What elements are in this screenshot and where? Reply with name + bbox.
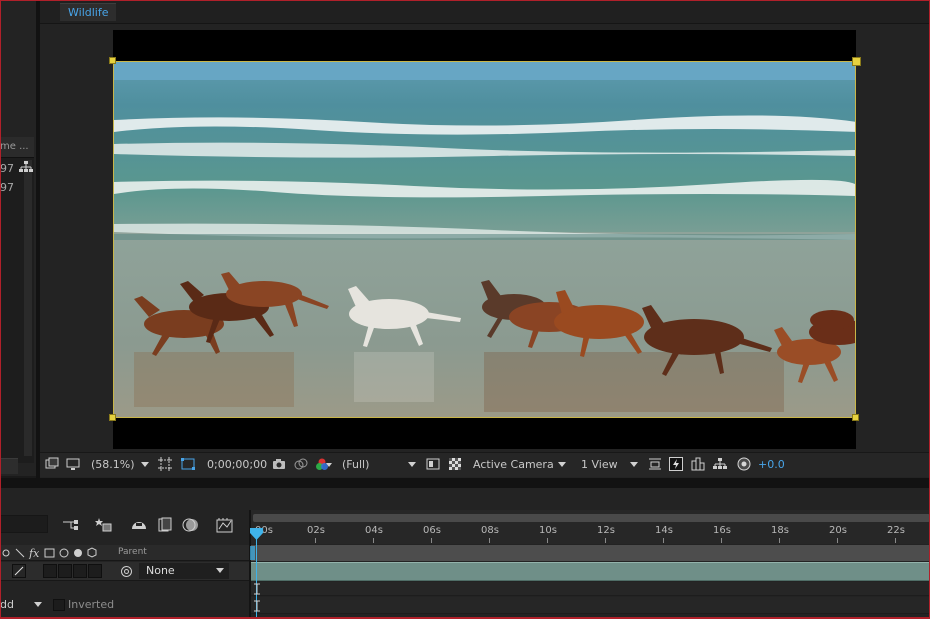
ruler-tick-label: 08s bbox=[481, 525, 499, 536]
layer-column-header: fx Parent bbox=[0, 545, 249, 561]
pick-whip-icon[interactable] bbox=[120, 565, 133, 578]
view-layout-value[interactable]: 1 View bbox=[581, 458, 618, 472]
ruler-tick-label: 12s bbox=[597, 525, 615, 536]
footage-frame[interactable] bbox=[113, 61, 856, 418]
ruler-tick-label: 20s bbox=[829, 525, 847, 536]
current-time-indicator-icon[interactable] bbox=[250, 528, 263, 540]
ruler-tick bbox=[663, 538, 664, 543]
comp-flowchart-icon[interactable] bbox=[713, 457, 727, 471]
comp-duration-track bbox=[251, 545, 930, 561]
project-column-header[interactable]: me ... bbox=[0, 137, 34, 158]
ruler-tick bbox=[779, 538, 780, 543]
fast-render-icon[interactable] bbox=[669, 457, 683, 471]
resolution-value[interactable]: (Full) bbox=[342, 458, 369, 472]
ruler-tick bbox=[315, 538, 316, 543]
project-row-value-2: 97 bbox=[0, 181, 14, 194]
work-area-start-marker[interactable] bbox=[250, 546, 255, 560]
composition-tab-bar bbox=[40, 0, 930, 24]
view-layout-dropdown-icon[interactable] bbox=[630, 462, 638, 467]
layer-switch-frame-blend[interactable] bbox=[58, 564, 72, 578]
ruler-tick-label: 14s bbox=[655, 525, 673, 536]
exposure-value[interactable]: +0.0 bbox=[758, 458, 785, 472]
empty-track bbox=[251, 597, 930, 614]
inverted-label: Inverted bbox=[68, 598, 115, 611]
channels-dropdown-icon[interactable] bbox=[326, 463, 332, 467]
empty-track bbox=[251, 582, 930, 596]
project-panel: me ... 97 97 bbox=[0, 0, 36, 476]
transparency-grid-icon[interactable] bbox=[181, 457, 195, 471]
ruler-tick-label: 18s bbox=[771, 525, 789, 536]
ruler-tick bbox=[547, 538, 548, 543]
ruler-tick-label: 02s bbox=[307, 525, 325, 536]
mask-mode-value[interactable]: dd bbox=[0, 598, 14, 611]
graph-editor-icon[interactable] bbox=[216, 517, 234, 533]
layer-quality-switch[interactable] bbox=[12, 564, 26, 578]
reset-exposure-icon[interactable] bbox=[737, 457, 751, 471]
quality-line-icon bbox=[14, 566, 24, 576]
parent-dropdown-icon bbox=[216, 568, 224, 573]
inverted-checkbox[interactable] bbox=[53, 599, 65, 611]
checkerboard-icon[interactable] bbox=[448, 457, 462, 471]
frame-blending-icon[interactable] bbox=[156, 517, 174, 533]
resolution-dropdown-icon[interactable] bbox=[408, 462, 416, 467]
motion-blur-icon[interactable] bbox=[182, 517, 200, 533]
ruler-tick-label: 06s bbox=[423, 525, 441, 536]
mask-mode-dropdown-icon[interactable] bbox=[34, 602, 42, 607]
draft-3d-icon[interactable] bbox=[95, 517, 113, 533]
layer-switch-fx[interactable] bbox=[43, 564, 57, 578]
ruler-tick-label: 22s bbox=[887, 525, 905, 536]
magnification-value[interactable]: (58.1%) bbox=[91, 458, 135, 472]
ruler-tick-label: 16s bbox=[713, 525, 731, 536]
hide-shy-layers-icon[interactable] bbox=[130, 517, 148, 533]
always-preview-icon[interactable] bbox=[45, 457, 59, 471]
keyframe-markers-icon bbox=[254, 583, 260, 612]
horses-on-beach-image bbox=[114, 62, 855, 417]
mask-handle-top-left[interactable] bbox=[109, 57, 116, 64]
ruler-tick bbox=[895, 538, 896, 543]
flowchart-icon[interactable] bbox=[18, 160, 34, 174]
show-snapshot-icon[interactable] bbox=[294, 457, 308, 471]
project-row-value-1: 97 bbox=[0, 162, 14, 175]
ruler-tick bbox=[605, 538, 606, 543]
layer-duration-bar[interactable] bbox=[251, 562, 930, 581]
camera-view-value[interactable]: Active Camera bbox=[473, 458, 554, 472]
ruler-tick-label: 04s bbox=[365, 525, 383, 536]
timecode[interactable]: 0;00;00;00 bbox=[207, 458, 267, 472]
camera-dropdown-icon[interactable] bbox=[558, 462, 566, 467]
parent-dropdown[interactable]: None bbox=[139, 563, 229, 579]
mask-handle-top-right[interactable] bbox=[852, 57, 861, 66]
panel-divider-horizontal[interactable] bbox=[0, 478, 930, 488]
parent-column-label: Parent bbox=[118, 547, 147, 557]
project-scrollbar[interactable] bbox=[24, 160, 32, 456]
ruler-tick bbox=[721, 538, 722, 543]
comp-mini-flowchart-icon[interactable] bbox=[62, 517, 80, 533]
svg-text:fx: fx bbox=[28, 547, 40, 559]
ruler-tick bbox=[837, 538, 838, 543]
layer-switches-header-icons: fx bbox=[2, 547, 97, 559]
project-column-header-label: me ... bbox=[0, 141, 29, 152]
work-area-bar[interactable] bbox=[253, 514, 930, 522]
tab-wildlife[interactable]: Wildlife bbox=[60, 3, 117, 21]
snapshot-camera-icon[interactable] bbox=[272, 457, 286, 471]
ruler-tick bbox=[373, 538, 374, 543]
magnification-dropdown-icon[interactable] bbox=[141, 462, 149, 467]
region-of-interest-icon[interactable] bbox=[158, 457, 172, 471]
ruler-tick bbox=[431, 538, 432, 543]
layer-switch-motion-blur[interactable] bbox=[73, 564, 87, 578]
ruler-tick bbox=[489, 538, 490, 543]
mask-handle-bottom-right[interactable] bbox=[852, 414, 859, 421]
project-panel-footer bbox=[0, 458, 18, 474]
pixel-aspect-icon[interactable] bbox=[648, 457, 662, 471]
parent-dropdown-value: None bbox=[146, 564, 175, 577]
ruler-tick-label: 10s bbox=[539, 525, 557, 536]
layer-switch-3d[interactable] bbox=[88, 564, 102, 578]
layer-search-input[interactable] bbox=[0, 515, 48, 533]
fast-previews-icon[interactable] bbox=[426, 457, 440, 471]
timeline-toggle-icon[interactable] bbox=[691, 457, 705, 471]
mask-handle-bottom-left[interactable] bbox=[109, 414, 116, 421]
monitor-icon[interactable] bbox=[66, 457, 80, 471]
